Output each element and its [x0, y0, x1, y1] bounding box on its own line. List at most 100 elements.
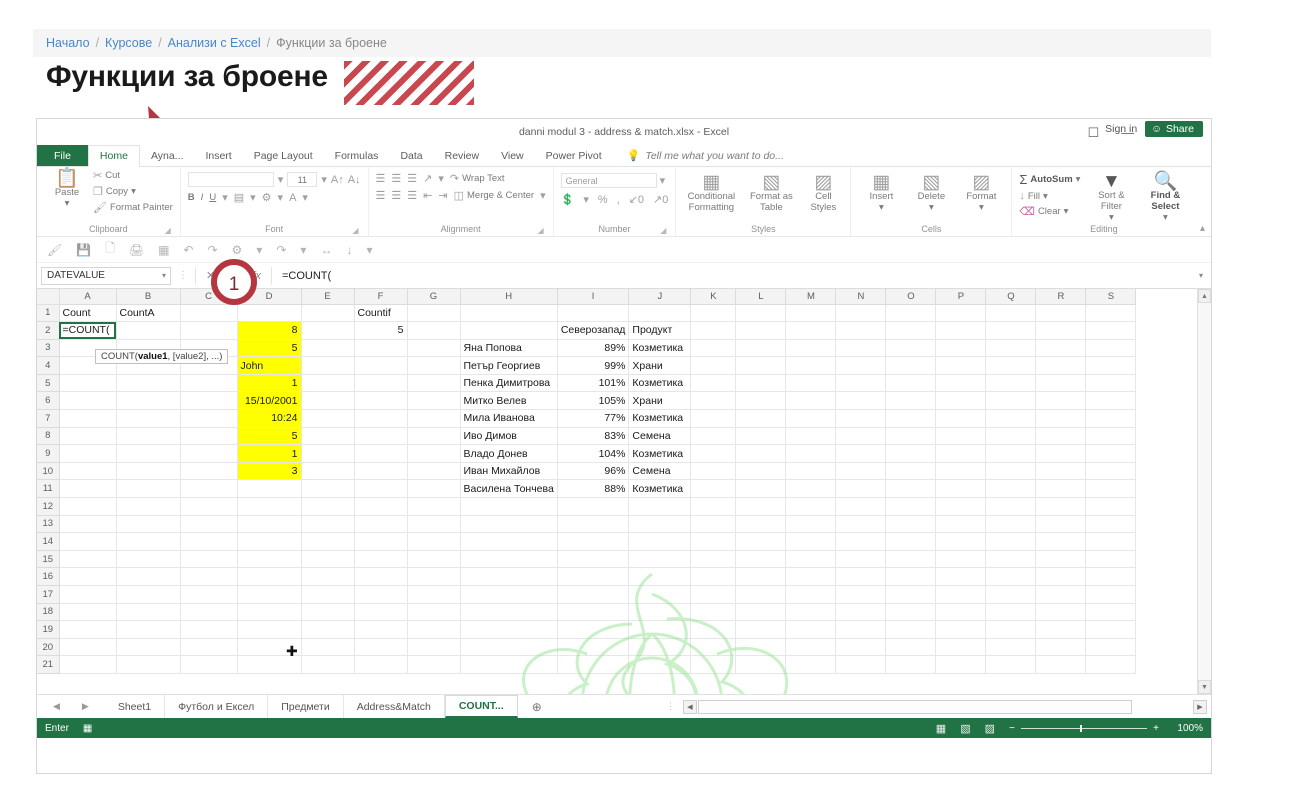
tab-data[interactable]: Data	[389, 145, 433, 166]
chevron-down-icon[interactable]: ▾	[540, 189, 546, 202]
cell-n3[interactable]	[835, 339, 887, 358]
underline-button[interactable]: U	[209, 192, 216, 203]
cell-d6[interactable]: 15/10/2001	[237, 391, 302, 411]
column-header-g[interactable]: G	[406, 289, 461, 305]
cell-r21[interactable]	[1035, 655, 1087, 674]
cell-g1[interactable]	[407, 304, 461, 323]
cell-o13[interactable]	[885, 515, 937, 534]
cell-m15[interactable]	[785, 550, 837, 569]
cell-g5[interactable]	[407, 374, 461, 393]
cell-n21[interactable]	[835, 655, 887, 674]
cell-m12[interactable]	[785, 497, 837, 516]
row-header-12[interactable]: 12	[37, 497, 60, 516]
cell-r9[interactable]	[1035, 444, 1087, 463]
cell-f14[interactable]	[354, 532, 408, 551]
cell-e15[interactable]	[301, 550, 355, 569]
cell-j3[interactable]: Козметика	[628, 339, 692, 358]
cell-e21[interactable]	[301, 655, 355, 674]
cell-l17[interactable]	[735, 585, 787, 604]
cell-h2[interactable]	[460, 321, 558, 340]
cell-m4[interactable]	[785, 356, 837, 375]
cell-q3[interactable]	[985, 339, 1037, 358]
cell-l4[interactable]	[735, 356, 787, 375]
cell-q17[interactable]	[985, 585, 1037, 604]
cell-g21[interactable]	[407, 655, 461, 674]
cell-l1[interactable]	[735, 304, 787, 323]
cell-s10[interactable]	[1085, 462, 1137, 481]
cell-f4[interactable]	[354, 356, 408, 375]
cell-s12[interactable]	[1085, 497, 1137, 516]
cell-m21[interactable]	[785, 655, 837, 674]
chevron-down-icon[interactable]: ▾	[278, 191, 284, 204]
cell-r4[interactable]	[1035, 356, 1087, 375]
cell-q15[interactable]	[985, 550, 1037, 569]
row-header-7[interactable]: 7	[37, 409, 60, 428]
cell-m19[interactable]	[785, 620, 837, 639]
cell-h13[interactable]	[460, 515, 558, 534]
cell-g12[interactable]	[407, 497, 461, 516]
row-header-18[interactable]: 18	[37, 602, 60, 622]
cell-q14[interactable]	[985, 532, 1037, 551]
grow-font-icon[interactable]: A↑	[331, 174, 344, 186]
tab-review[interactable]: Review	[434, 145, 490, 166]
cell-o21[interactable]	[885, 655, 937, 674]
tab-power-pivot[interactable]: Power Pivot	[535, 145, 613, 166]
cell-a16[interactable]	[59, 567, 117, 586]
align-top-icon[interactable]: ☰	[376, 172, 386, 185]
cell-b5[interactable]	[116, 374, 181, 393]
cell-f5[interactable]	[354, 374, 408, 393]
cell-m9[interactable]	[785, 444, 837, 463]
cell-q7[interactable]	[985, 409, 1037, 428]
cell-n19[interactable]	[835, 620, 887, 639]
zoom-out-button[interactable]: −	[1009, 723, 1015, 734]
cell-n16[interactable]	[835, 567, 887, 586]
column-header-n[interactable]: N	[835, 289, 887, 305]
cell-e13[interactable]	[301, 515, 355, 534]
cell-r5[interactable]	[1035, 374, 1087, 393]
cell-s19[interactable]	[1085, 620, 1137, 639]
chevron-down-icon[interactable]: ▾	[300, 243, 306, 257]
cell-o15[interactable]	[885, 550, 937, 569]
cell-o14[interactable]	[885, 532, 937, 551]
cell-l14[interactable]	[735, 532, 787, 551]
increase-indent-icon[interactable]: ⇥	[438, 189, 447, 202]
font-color-icon[interactable]: A	[289, 192, 296, 204]
cell-f21[interactable]	[354, 655, 408, 674]
cell-k14[interactable]	[690, 532, 737, 551]
cell-b14[interactable]	[116, 532, 181, 551]
cell-g18[interactable]	[407, 603, 461, 622]
cell-b20[interactable]	[116, 638, 181, 657]
format-as-table-button[interactable]: ▧ Format as Table	[745, 173, 797, 214]
cell-s18[interactable]	[1085, 603, 1137, 622]
cell-p21[interactable]	[935, 655, 987, 674]
new-qat-icon[interactable]: 🗋	[105, 239, 115, 260]
cell-e6[interactable]	[301, 391, 355, 411]
cell-p14[interactable]	[935, 532, 987, 551]
redo-qat-icon[interactable]: ↷	[207, 243, 217, 257]
cell-m1[interactable]	[785, 304, 837, 323]
percent-style-icon[interactable]: %	[598, 194, 608, 206]
cell-p15[interactable]	[935, 550, 987, 569]
cell-r18[interactable]	[1035, 603, 1087, 622]
column-header-f[interactable]: F	[353, 289, 408, 305]
cell-j7[interactable]: Козметика	[628, 409, 692, 428]
cell-n17[interactable]	[835, 585, 887, 604]
format-painter-qat-icon[interactable]: 🖌	[47, 243, 62, 257]
cell-d16[interactable]	[237, 567, 302, 586]
cell-o18[interactable]	[885, 603, 937, 622]
cell-i2[interactable]: Северозапад	[557, 321, 630, 340]
cell-r6[interactable]	[1035, 391, 1087, 411]
cell-h16[interactable]	[460, 567, 558, 586]
autosum-button[interactable]: Σ AutoSum ▾	[1019, 172, 1080, 187]
column-header-r[interactable]: R	[1035, 289, 1087, 305]
zoom-level[interactable]: 100%	[1173, 723, 1203, 734]
cell-o16[interactable]	[885, 567, 937, 586]
save-qat-icon[interactable]: 💾	[76, 243, 91, 257]
cell-p17[interactable]	[935, 585, 987, 604]
cell-j8[interactable]: Семена	[628, 427, 692, 446]
cell-c18[interactable]	[180, 603, 238, 622]
cell-p12[interactable]	[935, 497, 987, 516]
shrink-font-icon[interactable]: A↓	[348, 174, 361, 186]
cell-h21[interactable]	[460, 655, 558, 674]
cell-s6[interactable]	[1085, 391, 1137, 411]
